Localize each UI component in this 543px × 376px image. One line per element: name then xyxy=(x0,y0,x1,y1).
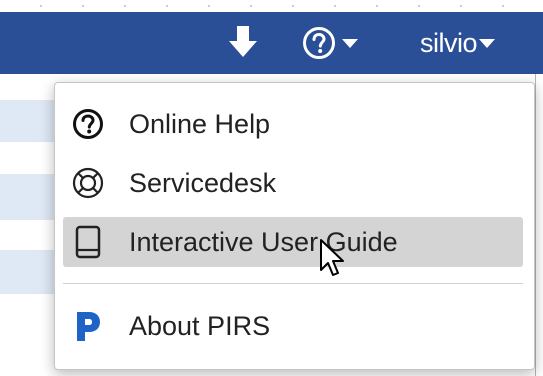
book-icon xyxy=(69,223,107,261)
lifebuoy-icon xyxy=(69,164,107,202)
top-dotted-border xyxy=(0,0,543,12)
help-menu-toggle[interactable] xyxy=(302,26,366,60)
download-button[interactable] xyxy=(228,24,258,60)
chevron-down-icon xyxy=(479,38,496,48)
menu-item-about-pirs[interactable]: About PIRS xyxy=(63,301,523,351)
top-navbar: silvio xyxy=(0,12,543,74)
pirs-logo-icon xyxy=(69,307,107,345)
help-dropdown-menu: Online Help Servicedesk Interactive User… xyxy=(54,82,535,370)
question-circle-icon xyxy=(303,27,335,59)
menu-item-online-help[interactable]: Online Help xyxy=(63,99,523,149)
background-row xyxy=(0,100,60,142)
menu-item-interactive-user-guide[interactable]: Interactive User Guide xyxy=(63,217,523,267)
menu-item-label: Servicedesk xyxy=(129,167,277,198)
question-circle-icon xyxy=(69,105,107,143)
mouse-pointer-icon xyxy=(320,239,344,276)
chevron-down-icon xyxy=(342,38,358,48)
menu-item-label: Interactive User Guide xyxy=(129,226,398,257)
background-row xyxy=(0,250,60,294)
download-arrow-icon xyxy=(229,26,257,57)
menu-divider xyxy=(63,283,523,284)
menu-item-label: Online Help xyxy=(129,108,271,139)
menu-item-servicedesk[interactable]: Servicedesk xyxy=(63,158,523,208)
content-divider xyxy=(535,74,536,376)
user-menu-toggle[interactable]: silvio xyxy=(420,26,496,60)
menu-item-label: About PIRS xyxy=(129,310,271,341)
background-row xyxy=(0,174,60,220)
user-name: silvio xyxy=(420,27,478,58)
